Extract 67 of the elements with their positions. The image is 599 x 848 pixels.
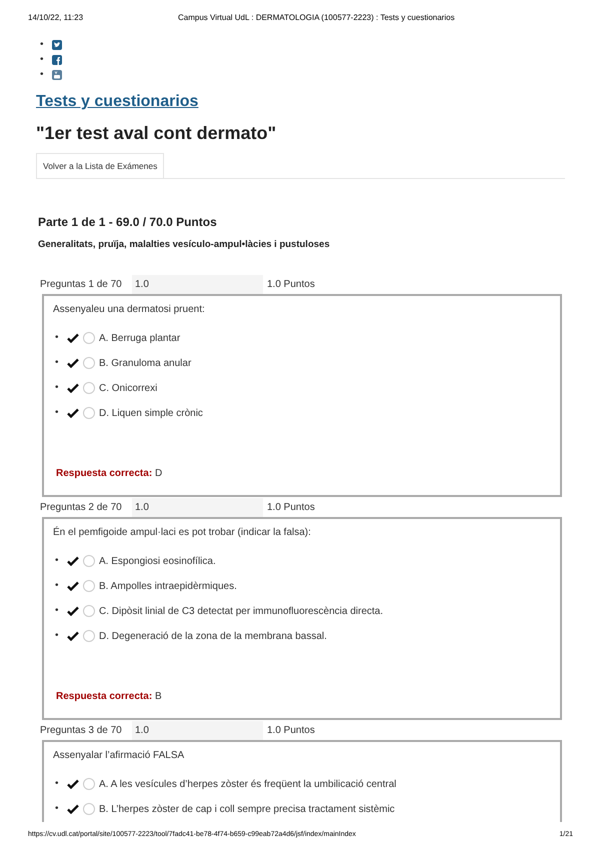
question-points: 1.0 Puntos bbox=[267, 278, 315, 292]
bullet: • bbox=[40, 55, 44, 65]
score-field[interactable]: 1.0 bbox=[132, 720, 263, 740]
option-text: A. Espongiosi eosinofílica. bbox=[99, 554, 216, 569]
part-subtitle: Generalitats, pruïja, malalties vesículo-ampul•làcies i pustuloses bbox=[38, 238, 331, 252]
radio-button[interactable] bbox=[83, 332, 95, 344]
option-text: A. Berruga plantar bbox=[99, 332, 180, 346]
radio-button[interactable] bbox=[83, 605, 95, 618]
option-text: B. Ampolles intraepidèrmiques. bbox=[99, 580, 237, 594]
video-icon[interactable] bbox=[52, 70, 62, 80]
option-text: B. L’herpes zòster de cap i coll sempre precisa tractament sistèmic bbox=[99, 802, 395, 817]
bullet: • bbox=[40, 70, 44, 80]
question-number: Preguntas 1 de 70 bbox=[40, 278, 123, 292]
check-icon bbox=[67, 606, 79, 616]
option-text: D. Degeneració de la zona de la membrana bassal. bbox=[99, 630, 327, 644]
option-text: B. Granuloma anular bbox=[99, 356, 192, 371]
radio-button[interactable] bbox=[83, 382, 95, 394]
option-text: C. Dipòsit linial de C3 detectat per immunofluorescència directa. bbox=[99, 604, 384, 619]
bullet: • bbox=[55, 408, 60, 418]
question-number: Preguntas 2 de 70 bbox=[40, 500, 123, 515]
print-title: Campus Virtual UdL : DERMATOLOGIA (100577-2223) : Tests y cuestionarios bbox=[178, 12, 455, 24]
radio-button[interactable] bbox=[83, 357, 95, 370]
print-date: 14/10/22, 11:23 bbox=[28, 12, 84, 24]
check-icon bbox=[67, 358, 79, 368]
radio-button[interactable] bbox=[83, 580, 95, 592]
bullet: • bbox=[55, 779, 60, 790]
check-icon bbox=[67, 383, 79, 394]
check-icon bbox=[67, 408, 79, 418]
bullet: • bbox=[55, 581, 60, 592]
question-text: Assenyaleu una dermatosi pruent: bbox=[53, 303, 206, 318]
question-points: 1.0 Puntos bbox=[267, 500, 315, 515]
radio-button[interactable] bbox=[83, 630, 95, 642]
score-field[interactable]: 1.0 bbox=[132, 274, 263, 294]
bullet: • bbox=[40, 40, 44, 50]
bullet: • bbox=[55, 383, 60, 394]
option-text: C. Onicorrexi bbox=[99, 382, 158, 396]
radio-button[interactable] bbox=[83, 555, 95, 568]
bird-icon[interactable] bbox=[52, 40, 62, 50]
check-icon bbox=[67, 631, 79, 642]
correct-answer: Respuesta correcta: B bbox=[56, 691, 162, 702]
check-icon bbox=[67, 779, 79, 790]
part-title: Parte 1 de 1 - 69.0 / 70.0 Puntos bbox=[38, 214, 218, 231]
option-text: A. A les vesícules d’herpes zòster és freqüent la umbilicació central bbox=[99, 778, 396, 792]
radio-button[interactable] bbox=[83, 778, 95, 790]
tab[interactable]: Volver a la Lista de Exámenes bbox=[36, 153, 164, 178]
bullet: • bbox=[55, 631, 60, 642]
check-icon bbox=[67, 804, 79, 814]
check-icon bbox=[67, 333, 79, 344]
question-points: 1.0 Puntos bbox=[267, 724, 315, 738]
option-text: D. Liquen simple crònic bbox=[99, 406, 203, 421]
question-text: Assenyalar l’afirmació FALSA bbox=[53, 749, 186, 764]
facebook-icon[interactable] bbox=[52, 55, 62, 65]
question-number: Preguntas 3 de 70 bbox=[40, 724, 123, 738]
check-icon bbox=[67, 581, 79, 592]
breadcrumb-link[interactable]: Tests y cuestionarios bbox=[36, 90, 565, 114]
page-heading: "1er test aval cont dermato" bbox=[36, 122, 278, 145]
radio-button[interactable] bbox=[83, 803, 95, 816]
check-icon bbox=[67, 556, 79, 566]
bullet: • bbox=[55, 606, 60, 616]
radio-button[interactable] bbox=[83, 407, 95, 420]
bullet: • bbox=[55, 333, 60, 344]
bullet: • bbox=[55, 556, 60, 566]
score-field[interactable]: 1.0 bbox=[132, 498, 263, 517]
correct-answer: Respuesta correcta: D bbox=[56, 468, 162, 480]
bullet: • bbox=[55, 804, 60, 814]
question-text: Én el pemfigoide ampul·laci es pot trobar (indicar la falsa): bbox=[53, 525, 312, 540]
bullet: • bbox=[55, 358, 60, 368]
